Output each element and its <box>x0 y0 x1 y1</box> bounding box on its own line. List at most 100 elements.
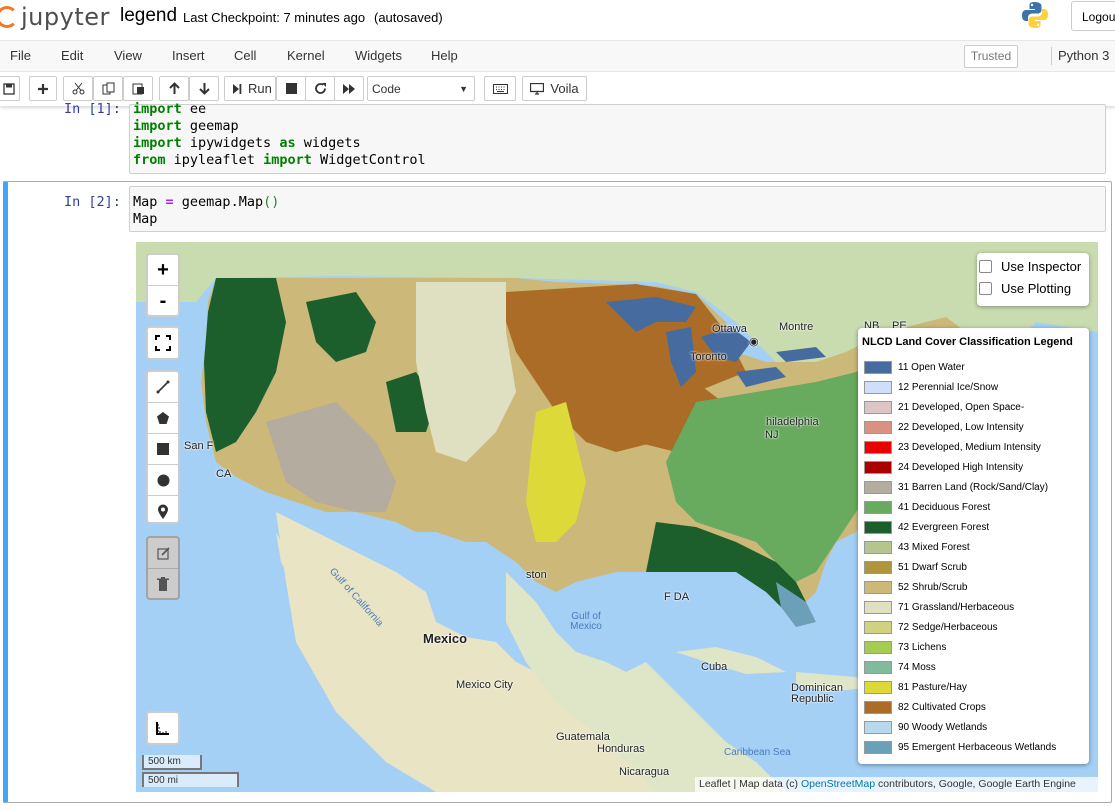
edit-icon <box>156 546 170 560</box>
legend-swatch <box>864 400 892 414</box>
code-line: import ipywidgets as widgets <box>133 135 361 151</box>
refresh-icon <box>314 83 326 94</box>
land-cover-legend: NLCD Land Cover Classification Legend 11… <box>858 328 1089 764</box>
draw-polyline-button[interactable] <box>148 372 178 403</box>
place-label-san-francisco: San F <box>184 440 214 452</box>
legend-swatch <box>864 480 892 494</box>
code-line: import geemap <box>133 118 239 134</box>
circle-icon <box>157 474 169 486</box>
legend-item-label: 23 Developed, Medium Intensity <box>898 441 1041 453</box>
draw-circle-button[interactable] <box>148 465 178 496</box>
copy-button[interactable] <box>93 76 123 101</box>
zoom-in-button[interactable]: + <box>148 255 178 286</box>
jupyter-logo-icon <box>0 6 18 28</box>
menu-widgets[interactable]: Widgets <box>355 48 402 63</box>
menu-kernel[interactable]: Kernel <box>287 48 325 63</box>
legend-swatch <box>864 680 892 694</box>
legend-item: 23 Developed, Medium Intensity <box>864 440 1041 454</box>
logout-button[interactable]: Logout <box>1071 1 1115 31</box>
legend-swatch <box>864 720 892 734</box>
save-button[interactable] <box>0 76 20 101</box>
fullscreen-control <box>146 326 180 360</box>
legend-item-label: 71 Grassland/Herbaceous <box>898 601 1015 613</box>
caret-down-icon: ▼ <box>459 84 468 94</box>
insert-cell-button[interactable] <box>29 76 57 101</box>
attribution-prefix: Leaflet | Map data (c) <box>699 778 801 790</box>
legend-item-label: 51 Dwarf Scrub <box>898 561 967 573</box>
legend-item: 95 Emergent Herbaceous Wetlands <box>864 740 1056 754</box>
map-marker-icon: ◉ <box>749 336 759 348</box>
trusted-indicator[interactable]: Trusted <box>964 45 1018 68</box>
code-line: Map <box>133 211 158 227</box>
legend-swatch <box>864 740 892 754</box>
legend-item: 21 Developed, Open Space- <box>864 400 1024 414</box>
delete-layers-button[interactable] <box>148 569 178 599</box>
legend-swatch <box>864 660 892 674</box>
python-logo-icon <box>1022 2 1048 28</box>
code-line: Map = geemap.Map() <box>133 194 280 210</box>
measure-button[interactable] <box>148 713 178 743</box>
legend-item-label: 90 Woody Wetlands <box>898 721 988 733</box>
desktop-icon <box>530 82 545 95</box>
legend-item: 73 Lichens <box>864 640 946 654</box>
fullscreen-button[interactable] <box>148 328 178 358</box>
use-plotting-checkbox[interactable]: Use Plotting <box>979 281 1071 296</box>
use-inspector-checkbox[interactable]: Use Inspector <box>979 259 1081 274</box>
interrupt-button[interactable] <box>276 76 306 101</box>
legend-item-label: 42 Evergreen Forest <box>898 521 990 533</box>
openstreetmap-link[interactable]: OpenStreetMap <box>801 778 875 790</box>
scale-bar-km: 500 km <box>142 755 202 770</box>
legend-swatch <box>864 460 892 474</box>
cell-type-select[interactable]: Code ▼ <box>367 76 475 101</box>
command-palette-button[interactable] <box>484 76 516 101</box>
menu-edit[interactable]: Edit <box>61 48 83 63</box>
run-button[interactable]: Run <box>224 76 276 101</box>
place-label-nicaragua: Nicaragua <box>619 766 670 778</box>
kernel-indicator: Python 3 <box>1051 47 1109 65</box>
scissors-icon <box>72 82 84 95</box>
move-up-button[interactable] <box>159 76 189 101</box>
menu-view[interactable]: View <box>114 48 142 63</box>
menu-insert[interactable]: Insert <box>172 48 205 63</box>
legend-swatch <box>864 360 892 374</box>
notebook-name[interactable]: legend <box>120 5 177 27</box>
voila-button[interactable]: Voila <box>522 76 587 101</box>
run-button-label: Run <box>248 81 272 96</box>
draw-rectangle-button[interactable] <box>148 434 178 465</box>
jupyter-logo[interactable]: jupyter <box>0 2 110 32</box>
marker-icon <box>158 504 168 519</box>
legend-item: 81 Pasture/Hay <box>864 680 967 694</box>
menu-cell[interactable]: Cell <box>234 48 256 63</box>
trash-icon <box>157 577 169 591</box>
legend-item-label: 95 Emergent Herbaceous Wetlands <box>898 741 1057 753</box>
restart-button[interactable] <box>305 76 335 101</box>
cut-button[interactable] <box>63 76 93 101</box>
plus-icon <box>38 83 48 94</box>
place-label-dominican-republic: Dominican Republic <box>791 682 843 705</box>
paste-button[interactable] <box>123 76 153 101</box>
autosave-status: (autosaved) <box>374 10 443 25</box>
legend-item: 43 Mixed Forest <box>864 540 970 554</box>
zoom-out-button[interactable]: - <box>148 286 178 316</box>
place-label-mexico: Mexico <box>423 631 468 646</box>
menu-help[interactable]: Help <box>431 48 458 63</box>
arrow-down-icon <box>198 83 210 95</box>
menu-file[interactable]: File <box>10 48 31 63</box>
save-icon <box>3 82 15 95</box>
legend-item-label: 43 Mixed Forest <box>898 541 970 553</box>
restart-run-all-button[interactable] <box>334 76 364 101</box>
place-label-houston: ston <box>526 569 547 581</box>
legend-item-label: 12 Perennial Ice/Snow <box>898 381 999 393</box>
legend-item: 24 Developed High Intensity <box>864 460 1023 474</box>
move-down-button[interactable] <box>189 76 219 101</box>
place-label-toronto: Toronto <box>690 351 727 363</box>
legend-item-label: 81 Pasture/Hay <box>898 681 967 693</box>
draw-marker-button[interactable] <box>148 496 178 526</box>
stop-icon <box>285 83 297 94</box>
draw-polygon-button[interactable] <box>148 403 178 434</box>
legend-item-label: 21 Developed, Open Space- <box>898 401 1025 413</box>
code-line: from ipyleaflet import WidgetControl <box>133 152 426 168</box>
step-forward-icon <box>233 83 242 94</box>
edit-layers-button[interactable] <box>148 538 178 569</box>
ruler-icon <box>156 722 169 735</box>
